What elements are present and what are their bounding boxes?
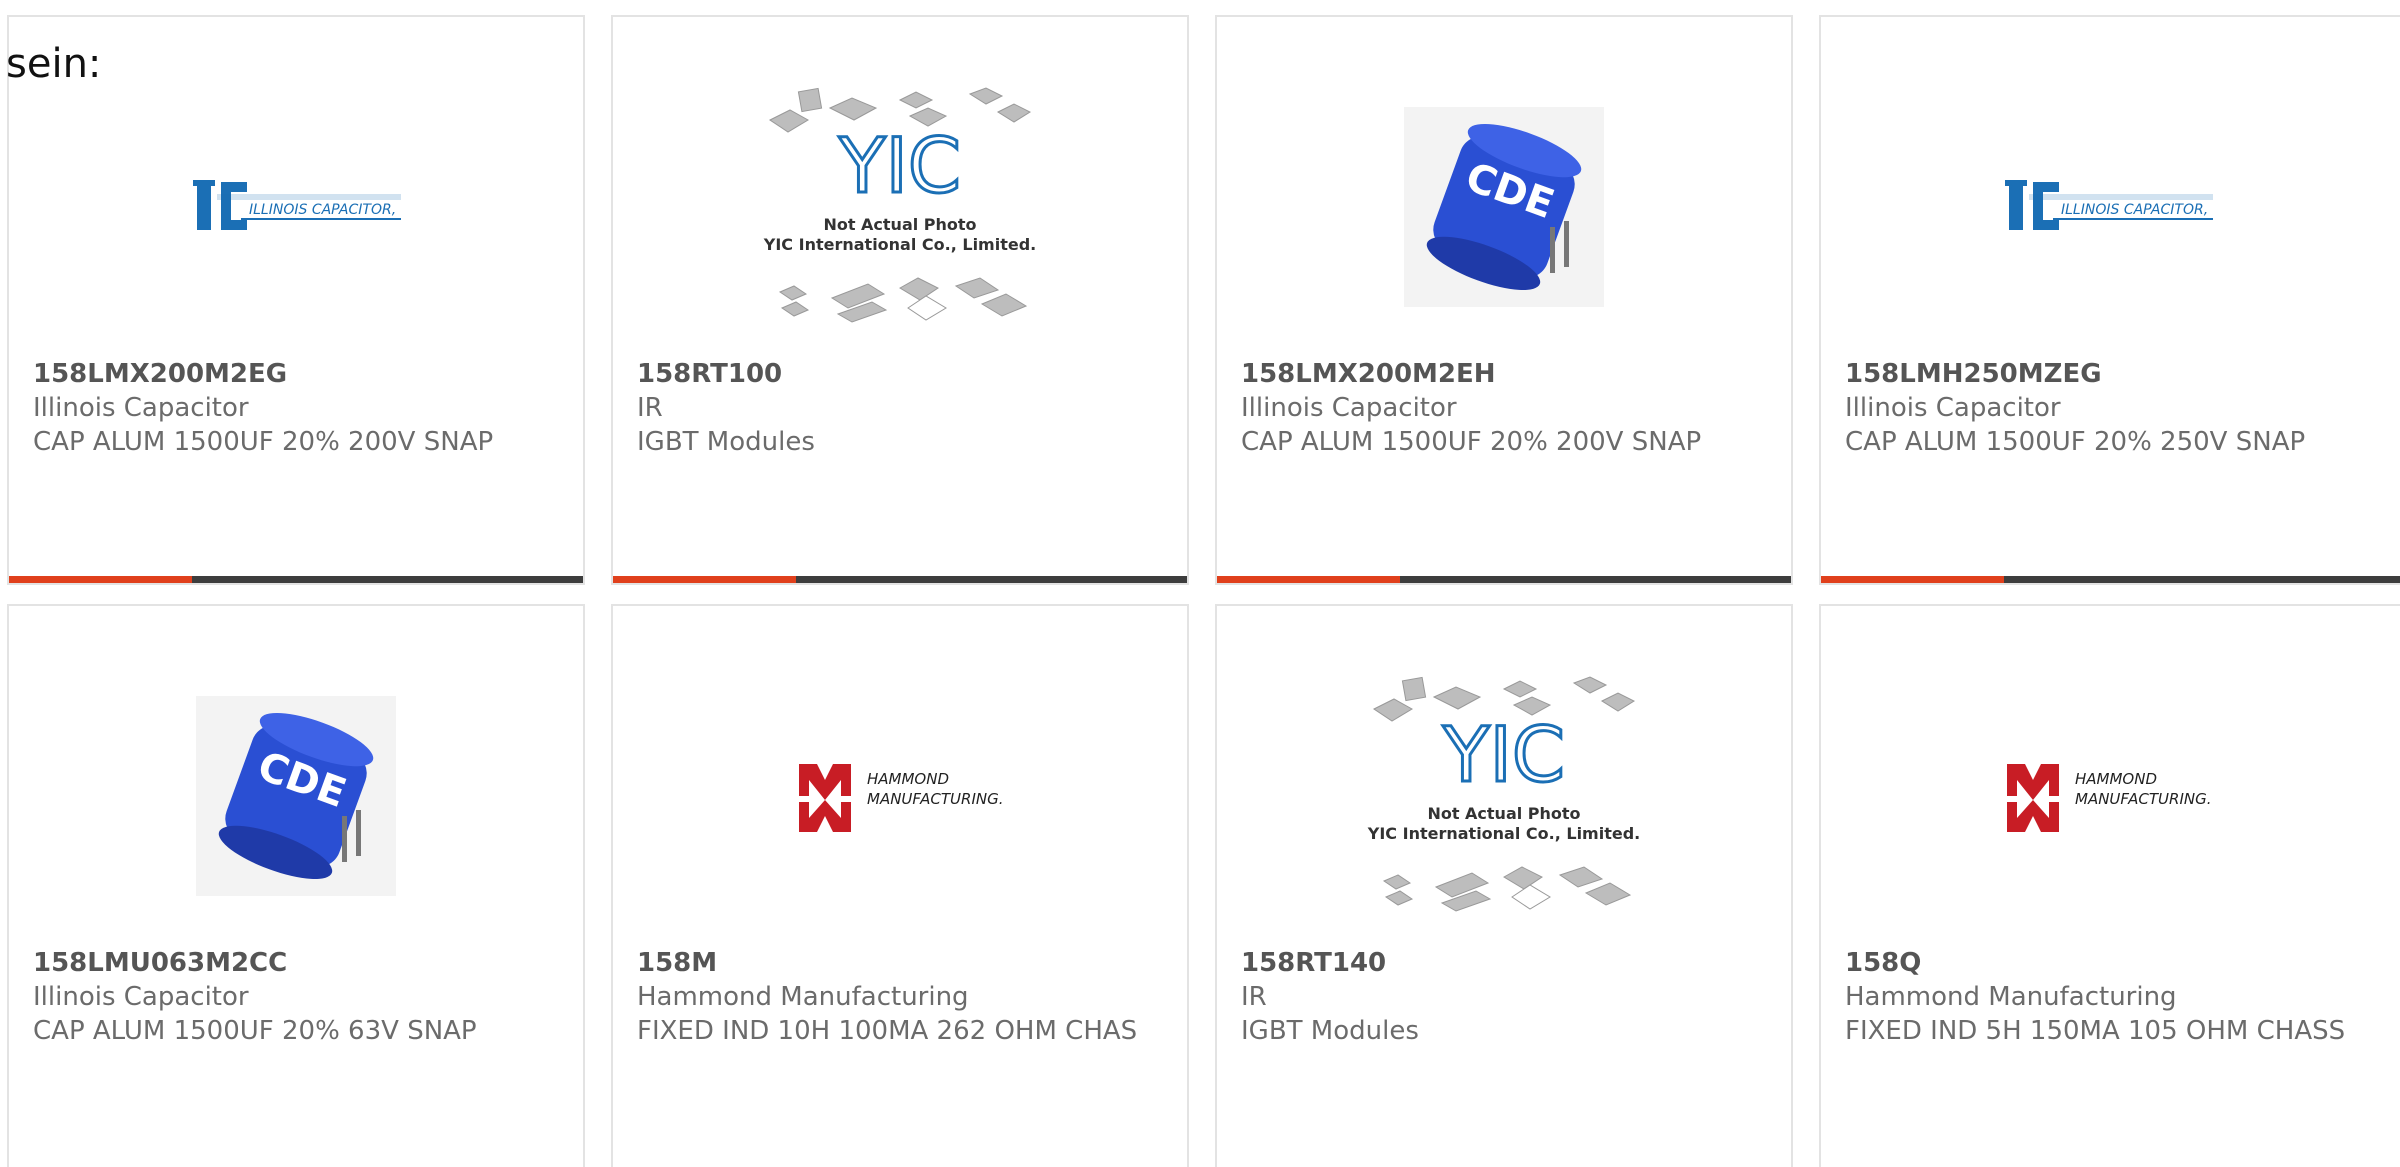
product-image[interactable]: YIC Not Actual Photo YIC International C…	[1217, 646, 1791, 946]
card-bar	[613, 576, 1187, 583]
product-description: CAP ALUM 1500UF 20% 250V SNAP	[1845, 427, 2306, 457]
card-bar-accent	[613, 576, 796, 583]
manufacturer: IR	[1241, 982, 1267, 1012]
svg-text:MANUFACTURING.: MANUFACTURING.	[2075, 790, 2212, 808]
svg-text:YIC: YIC	[1442, 710, 1565, 799]
card-bar	[1821, 576, 2400, 583]
product-image[interactable]: HAMMOND MANUFACTURING.	[613, 646, 1187, 946]
product-description: CAP ALUM 1500UF 20% 63V SNAP	[33, 1016, 477, 1046]
manufacturer: Illinois Capacitor	[1241, 393, 1457, 423]
part-number[interactable]: 158RT100	[637, 357, 1167, 391]
svg-text:Not Actual Photo: Not Actual Photo	[1427, 804, 1580, 823]
manufacturer: Illinois Capacitor	[1845, 393, 2061, 423]
product-image[interactable]: ILLINOIS CAPACITOR, INC.	[9, 57, 583, 357]
yic-placeholder-icon: YIC Not Actual Photo YIC International C…	[1367, 676, 1640, 912]
manufacturer: IR	[637, 393, 663, 423]
product-card[interactable]: YIC Not Actual Photo YIC International C…	[611, 15, 1189, 585]
product-card[interactable]: YIC Not Actual Photo YIC International C…	[1215, 604, 1793, 1167]
illinois-capacitor-logo-icon: ILLINOIS CAPACITOR, INC.	[2005, 180, 2213, 230]
card-bar	[1217, 576, 1791, 583]
product-info: 158RT100 IR IGBT Modules	[637, 357, 1167, 459]
product-description: FIXED IND 10H 100MA 262 OHM CHAS	[637, 1016, 1138, 1046]
part-number[interactable]: 158Q	[1845, 946, 2397, 980]
product-description: IGBT Modules	[637, 427, 815, 457]
product-info: 158LMX200M2EH Illinois Capacitor CAP ALU…	[1241, 357, 1771, 459]
product-image[interactable]: CDE	[1217, 57, 1791, 357]
yic-placeholder-icon: YIC Not Actual Photo YIC International C…	[763, 87, 1036, 323]
hammond-logo-icon: HAMMOND MANUFACTURING.	[799, 764, 1004, 832]
capacitor-photo-icon: CDE	[1404, 107, 1604, 307]
manufacturer: Hammond Manufacturing	[637, 982, 969, 1012]
product-info: 158M Hammond Manufacturing FIXED IND 10H…	[637, 946, 1167, 1048]
manufacturer: Illinois Capacitor	[33, 393, 249, 423]
svg-text:HAMMOND: HAMMOND	[2075, 770, 2157, 788]
product-card[interactable]: ILLINOIS CAPACITOR, INC. 158LMX200M2EG I…	[7, 15, 585, 585]
product-image[interactable]: HAMMOND MANUFACTURING.	[1821, 646, 2395, 946]
illinois-capacitor-logo-icon: ILLINOIS CAPACITOR, INC.	[193, 180, 401, 230]
product-card[interactable]: HAMMOND MANUFACTURING. 158Q Hammond Manu…	[1819, 604, 2400, 1167]
product-description: CAP ALUM 1500UF 20% 200V SNAP	[1241, 427, 1702, 457]
svg-text:ILLINOIS CAPACITOR, INC.: ILLINOIS CAPACITOR, INC.	[2061, 202, 2213, 218]
manufacturer: Illinois Capacitor	[33, 982, 249, 1012]
product-description: FIXED IND 5H 150MA 105 OHM CHASS	[1845, 1016, 2346, 1046]
part-number[interactable]: 158RT140	[1241, 946, 1771, 980]
product-info: 158LMX200M2EG Illinois Capacitor CAP ALU…	[33, 357, 563, 459]
card-bar	[9, 576, 583, 583]
product-card[interactable]: CDE 158LMX200M2EH Illinois Capacitor CAP…	[1215, 15, 1793, 585]
product-description: IGBT Modules	[1241, 1016, 1419, 1046]
product-info: 158LMU063M2CC Illinois Capacitor CAP ALU…	[33, 946, 563, 1048]
part-number[interactable]: 158LMU063M2CC	[33, 946, 563, 980]
product-card[interactable]: ILLINOIS CAPACITOR, INC. 158LMH250MZEG I…	[1819, 15, 2400, 585]
svg-text:ILLINOIS CAPACITOR, INC.: ILLINOIS CAPACITOR, INC.	[249, 202, 401, 218]
part-number[interactable]: 158M	[637, 946, 1167, 980]
product-card[interactable]: HAMMOND MANUFACTURING. 158M Hammond Manu…	[611, 604, 1189, 1167]
svg-text:YIC International Co., Limited: YIC International Co., Limited.	[763, 235, 1036, 254]
product-image[interactable]: ILLINOIS CAPACITOR, INC.	[1821, 57, 2395, 357]
capacitor-photo-icon: CDE	[196, 696, 396, 896]
product-card[interactable]: CDE 158LMU063M2CC Illinois Capacitor CAP…	[7, 604, 585, 1167]
product-image[interactable]: YIC Not Actual Photo YIC International C…	[613, 57, 1187, 357]
part-number[interactable]: 158LMH250MZEG	[1845, 357, 2397, 391]
intro-text: sein:	[6, 41, 102, 87]
product-description: CAP ALUM 1500UF 20% 200V SNAP	[33, 427, 494, 457]
part-number[interactable]: 158LMX200M2EG	[33, 357, 563, 391]
product-info: 158Q Hammond Manufacturing FIXED IND 5H …	[1845, 946, 2397, 1048]
part-number[interactable]: 158LMX200M2EH	[1241, 357, 1771, 391]
manufacturer: Hammond Manufacturing	[1845, 982, 2177, 1012]
product-info: 158LMH250MZEG Illinois Capacitor CAP ALU…	[1845, 357, 2397, 459]
svg-text:YIC International Co., Limited: YIC International Co., Limited.	[1367, 824, 1640, 843]
svg-text:YIC: YIC	[838, 121, 961, 210]
card-bar-accent	[1821, 576, 2004, 583]
card-bar-accent	[9, 576, 192, 583]
svg-text:Not Actual Photo: Not Actual Photo	[823, 215, 976, 234]
svg-text:HAMMOND: HAMMOND	[867, 770, 949, 788]
product-grid-page: sein: ILLINOIS CAPACITOR, INC. 158LMX200…	[0, 0, 2400, 1167]
product-image[interactable]: CDE	[9, 646, 583, 946]
svg-text:MANUFACTURING.: MANUFACTURING.	[867, 790, 1004, 808]
card-bar-accent	[1217, 576, 1400, 583]
product-info: 158RT140 IR IGBT Modules	[1241, 946, 1771, 1048]
hammond-logo-icon: HAMMOND MANUFACTURING.	[2007, 764, 2212, 832]
